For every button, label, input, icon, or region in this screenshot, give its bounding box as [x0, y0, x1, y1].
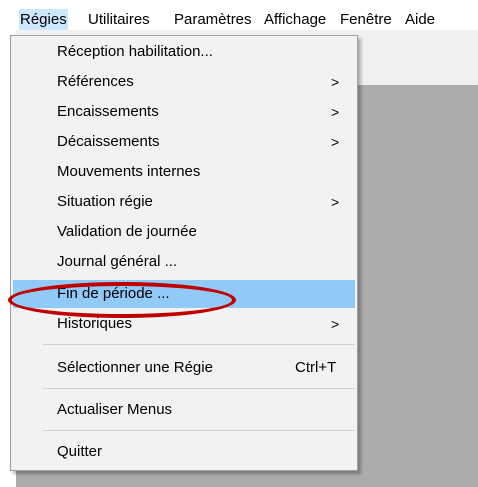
- menu-separator: [43, 344, 355, 345]
- menu-item-label: Situation régie: [57, 193, 153, 210]
- menu-bar: Régies Utilitaires Paramètres Affichage …: [0, 0, 478, 30]
- submenu-arrow-icon: >: [331, 104, 340, 120]
- menu-item-references[interactable]: Références >: [13, 68, 355, 96]
- menubar-affichage[interactable]: Affichage: [263, 9, 327, 30]
- menu-item-mouvements-internes[interactable]: Mouvements internes: [13, 158, 355, 186]
- submenu-arrow-icon: >: [331, 194, 340, 210]
- menubar-regies[interactable]: Régies: [19, 9, 68, 30]
- menu-item-label: Historiques: [57, 315, 133, 332]
- menu-item-shortcut: Ctrl+T: [295, 359, 337, 376]
- menu-item-label: Réception habilitation...: [57, 43, 213, 60]
- submenu-arrow-icon: >: [331, 316, 340, 332]
- menubar-aide[interactable]: Aide: [404, 9, 436, 30]
- submenu-arrow-icon: >: [331, 74, 340, 90]
- menu-item-journal-general[interactable]: Journal général ...: [13, 248, 355, 276]
- menu-item-validation-journee[interactable]: Validation de journée: [13, 218, 355, 246]
- menu-item-situation-regie[interactable]: Situation régie >: [13, 188, 355, 216]
- menu-item-actualiser-menus[interactable]: Actualiser Menus: [13, 396, 355, 424]
- menu-item-label: Références: [57, 73, 134, 90]
- menu-separator: [43, 430, 355, 431]
- menu-separator: [43, 388, 355, 389]
- menu-item-fin-de-periode[interactable]: Fin de période ...: [13, 280, 355, 308]
- menu-item-label: Quitter: [57, 443, 103, 460]
- menu-item-quitter[interactable]: Quitter: [13, 438, 355, 466]
- menu-item-historiques[interactable]: Historiques >: [13, 310, 355, 338]
- menu-item-label: Encaissements: [57, 103, 159, 120]
- menu-item-label: Actualiser Menus: [57, 401, 173, 418]
- menu-item-selectionner-regie[interactable]: Sélectionner une Régie Ctrl+T: [13, 354, 355, 382]
- menu-item-encaissements[interactable]: Encaissements >: [13, 98, 355, 126]
- submenu-arrow-icon: >: [331, 134, 340, 150]
- menu-item-label: Validation de journée: [57, 223, 197, 240]
- menubar-utilitaires[interactable]: Utilitaires: [87, 9, 151, 30]
- menu-item-reception-habilitation[interactable]: Réception habilitation...: [13, 38, 355, 66]
- menu-item-decaissements[interactable]: Décaissements >: [13, 128, 355, 156]
- menu-item-label: Journal général ...: [57, 253, 178, 270]
- menu-item-label: Fin de période ...: [57, 285, 170, 302]
- regies-dropdown-menu: Réception habilitation... Références > E…: [10, 35, 358, 471]
- menu-item-label: Décaissements: [57, 133, 160, 150]
- menu-item-label: Sélectionner une Régie: [57, 359, 213, 376]
- menu-item-label: Mouvements internes: [57, 163, 201, 180]
- menubar-parametres[interactable]: Paramètres: [173, 9, 253, 30]
- menubar-fenetre[interactable]: Fenêtre: [339, 9, 393, 30]
